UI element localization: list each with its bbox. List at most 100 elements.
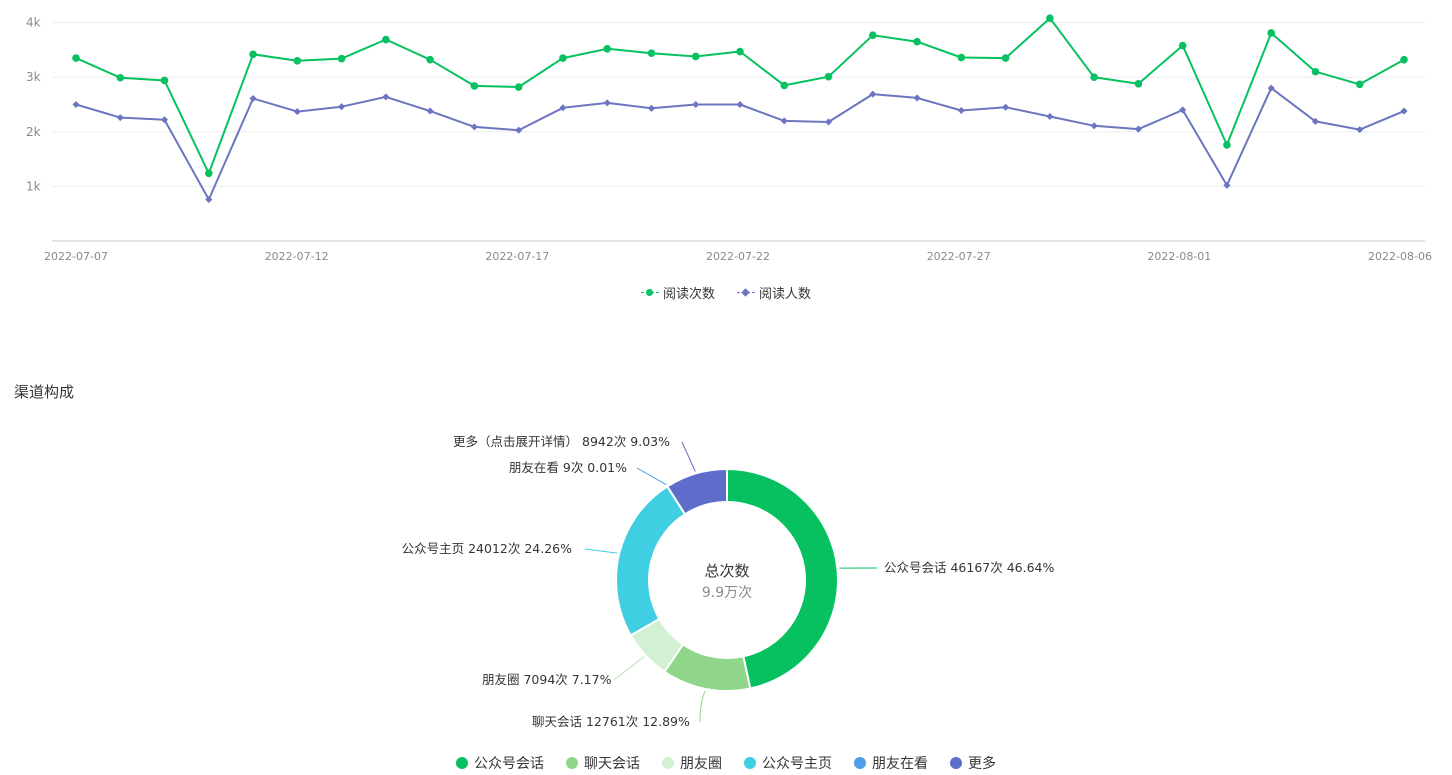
data-point-read-count [470,82,479,90]
data-point-reader-count [780,117,788,125]
x-tick-label: 2022-07-12 [265,250,329,263]
donut-center-title: 总次数 [704,562,749,580]
data-point-read-count [824,72,833,81]
y-tick-label: 4k [26,16,41,30]
x-tick-label: 2022-07-22 [706,250,770,263]
data-point-reader-count [426,107,434,115]
legend-dot-icon [950,757,962,769]
slice-label: 朋友圈 7094次 7.17% [482,672,612,687]
legend-dot-icon [456,757,468,769]
data-point-read-count [691,52,700,61]
legend-item-read-count[interactable]: 阅读次数 [640,283,715,302]
legend-item-reader-count[interactable]: 阅读人数 [737,283,811,302]
section-title: 渠道构成 [14,383,75,401]
channel-donut-chart: 公众号会话 46167次 46.64% 聊天会话 12761次 12.89% 朋友圈… [402,434,1055,729]
data-point-reader-count [736,100,744,109]
data-point-read-count [249,50,257,59]
donut-legend-item[interactable]: 更多 [950,753,996,773]
donut-center-value: 9.9万次 [702,585,752,601]
data-point-read-count [337,54,346,63]
data-point-read-count [116,73,125,82]
data-point-read-count [647,49,656,57]
data-point-reader-count [1002,103,1010,111]
leader-line [613,656,645,681]
leader-line [636,467,667,486]
data-point-reader-count [1046,112,1054,121]
data-point-read-count [1223,141,1231,149]
data-point-read-count [205,169,213,178]
donut-legend-label: 朋友圈 [680,756,722,772]
data-point-reader-count [647,104,656,112]
donut-legend-label: 公众号会话 [474,756,544,772]
leader-line [584,548,618,554]
donut-legend-label: 朋友在看 [872,756,928,772]
data-point-reader-count [515,126,523,134]
legend-dot-icon [566,757,578,769]
data-point-read-count [559,54,567,62]
series-line-read-count [75,17,1405,175]
x-tick-label: 2022-08-06 [1368,250,1432,263]
data-point-reader-count [913,94,921,102]
data-point-reader-count [603,99,611,107]
donut-chart-legend: 公众号会话 聊天会话 朋友圈 公众号主页 朋友在看 更多 [0,753,1452,773]
data-point-read-count [780,81,789,90]
data-point-read-count [1090,73,1098,81]
slice-label: 公众号主页 24012次 24.26% [402,541,572,556]
data-point-read-count [1355,80,1364,89]
data-point-read-count [514,83,523,91]
legend-marker-circle-icon [640,288,659,298]
data-point-read-count [426,55,434,64]
slice-label: 朋友在看 9次 0.01% [509,460,627,475]
data-point-reader-count [1400,107,1408,115]
data-point-reader-count [293,108,301,116]
legend-dot-icon [854,757,866,769]
donut-legend-item[interactable]: 朋友圈 [662,753,722,773]
y-tick-label: 2k [26,125,41,139]
legend-dot-icon [744,757,756,769]
x-tick-label: 2022-07-27 [927,250,991,263]
slice-label: 公众号会话 46167次 46.64% [884,560,1054,575]
donut-legend-label: 公众号主页 [762,756,832,772]
data-point-read-count [1001,54,1010,62]
data-point-read-count [160,76,169,85]
data-point-read-count [293,57,302,65]
data-point-reader-count [382,93,390,101]
data-point-reader-count [470,123,478,131]
line-chart-legend: 阅读次数 阅读人数 [0,283,1452,302]
x-tick-label: 2022-07-17 [485,250,549,263]
data-point-reader-count [692,100,700,109]
legend-label-read-count: 阅读次数 [662,287,715,302]
data-point-reader-count [249,94,257,103]
data-point-read-count [603,45,611,53]
legend-label-reader-count: 阅读人数 [759,287,812,302]
y-tick-label: 3k [26,70,41,84]
data-point-reader-count [957,106,965,115]
data-point-read-count [382,35,390,44]
data-point-read-count [1400,55,1408,64]
donut-legend-item[interactable]: 朋友在看 [854,753,928,773]
data-point-read-count [1134,79,1143,88]
data-point-reader-count [338,103,346,111]
x-tick-label: 2022-08-01 [1147,250,1211,263]
data-point-read-count [736,47,744,56]
data-point-read-count [869,31,877,39]
data-point-read-count [1178,41,1187,50]
donut-slice [615,485,687,637]
legend-marker-diamond-icon [737,287,755,298]
data-point-read-count [957,53,966,62]
leader-line [681,441,696,472]
donut-legend-item[interactable]: 公众号会话 [456,753,544,773]
data-point-reader-count [72,100,80,109]
y-tick-label: 1k [26,179,41,193]
data-point-read-count [72,54,80,62]
donut-legend-item[interactable]: 聊天会话 [566,753,640,773]
data-point-read-count [1311,67,1320,76]
donut-legend-label: 更多 [968,756,996,772]
leader-line [699,690,706,723]
legend-dot-icon [662,757,674,769]
data-point-read-count [1267,29,1275,37]
slice-label: 聊天会话 12761次 12.89% [532,714,690,729]
donut-legend-label: 聊天会话 [584,756,640,772]
donut-legend-item[interactable]: 公众号主页 [744,753,832,773]
reading-trend-line-chart: 1k 2k 3k 4k 2022-07-07 2022-07-12 2022-07-17 20… [26,14,1432,263]
